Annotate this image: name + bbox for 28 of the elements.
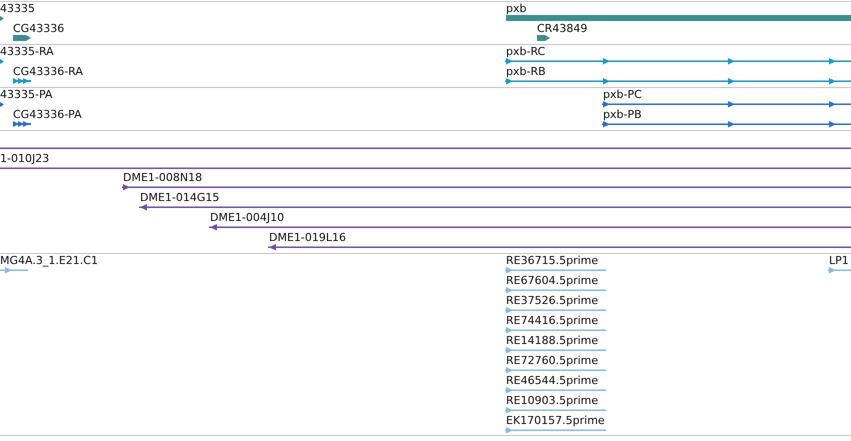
feature-label: 1-010J23 (0, 153, 50, 165)
feature-label: 43335-PA (0, 89, 52, 101)
feature-label: CG43336-RA (13, 66, 83, 78)
feature-label: DME1-008N18 (123, 172, 202, 184)
feature-label: DME1-019L16 (269, 232, 346, 244)
feature-label: CG43336-PA (13, 109, 82, 121)
feature-label: EK170157.5prime (506, 415, 605, 427)
feature-label: pxb (506, 3, 526, 15)
feature-label: RE10903.5prime (506, 395, 598, 407)
feature-label: DME1-004J10 (210, 212, 284, 224)
feature-label: RE72760.5prime (506, 355, 598, 367)
feature-label: 43335-RA (0, 46, 54, 58)
feature-label: pxb-PB (603, 109, 642, 121)
feature-label: LP1 (829, 255, 849, 267)
feature-label: RE46544.5prime (506, 375, 598, 387)
feature-label: MG4A.3_1.E21.C1 (0, 255, 98, 267)
feature-label: RE74416.5prime (506, 315, 598, 327)
feature-label: pxb-PC (603, 89, 642, 101)
feature-label: pxb-RB (506, 66, 546, 78)
feature-label: DME1-014G15 (140, 192, 220, 204)
feature-label: RE37526.5prime (506, 295, 598, 307)
feature-label: RE67604.5prime (506, 275, 598, 287)
feature-label: CR43849 (537, 23, 588, 35)
feature-label: RE14188.5prime (506, 335, 598, 347)
feature-label: pxb-RC (506, 46, 546, 58)
feature-label: CG43336 (13, 23, 64, 35)
feature-label: 43335 (0, 3, 35, 15)
feature-label: RE36715.5prime (506, 255, 598, 267)
